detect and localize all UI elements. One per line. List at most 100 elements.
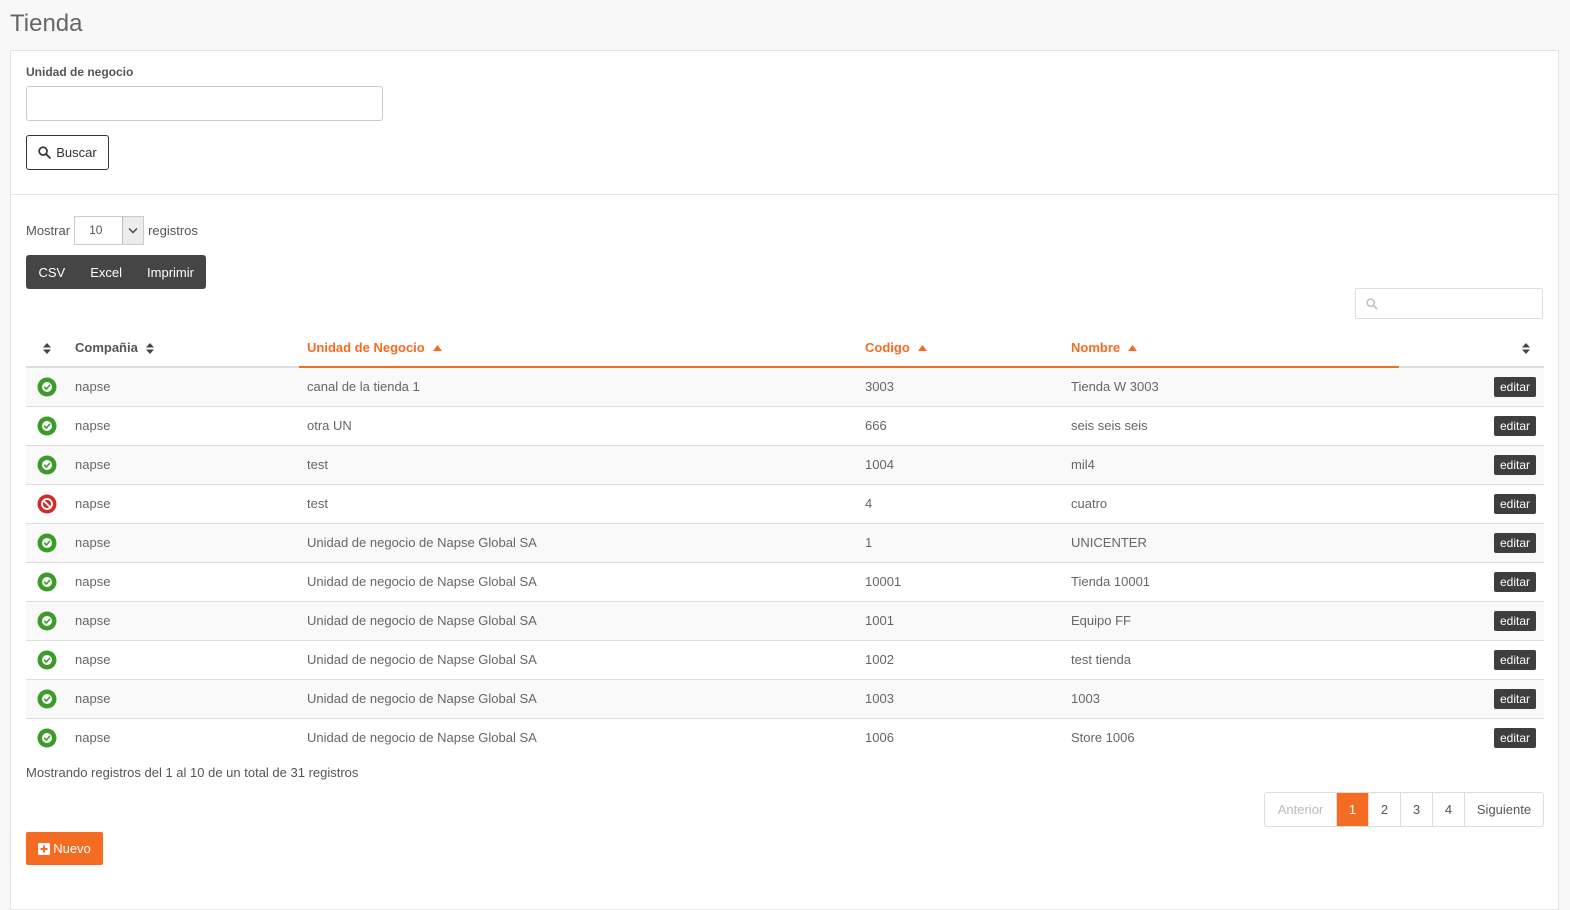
status-cell (26, 444, 67, 484)
edit-button[interactable]: editar (1493, 610, 1536, 631)
edit-button[interactable]: editar (1493, 415, 1536, 436)
status-cell (26, 717, 67, 757)
page-length-control: Mostrar 10 registros (26, 215, 198, 245)
active-status-icon (37, 650, 56, 669)
main-panel: Unidad de negocio Buscar Mostrar 10 regi… (10, 50, 1559, 910)
edit-button[interactable]: editar (1493, 571, 1536, 592)
name-cell: seis seis seis (1063, 405, 1399, 445)
sort-both-icon (1522, 342, 1530, 354)
business-unit-column-header[interactable]: Unidad de Negocio (299, 328, 857, 368)
table-body: napse canal de la tienda 1 3003 Tienda W 30… (26, 366, 1544, 757)
table-info: Mostrando registros del 1 al 10 de un to… (26, 765, 359, 780)
status-cell (26, 639, 67, 679)
edit-button[interactable]: editar (1493, 649, 1536, 670)
code-column-header[interactable]: Codigo (857, 328, 1063, 368)
business-unit-cell: test (299, 444, 857, 484)
actions-cell: editar (1399, 405, 1544, 445)
sort-asc-icon (432, 345, 442, 352)
pagination-page-4[interactable]: 4 (1432, 793, 1464, 826)
table-row: napse Unidad de negocio de Napse Global S… (26, 639, 1544, 679)
search-icon (38, 146, 52, 159)
table-row: napse canal de la tienda 1 3003 Tienda W 30… (26, 366, 1544, 406)
active-status-icon (37, 572, 56, 591)
print-button[interactable]: Imprimir (135, 255, 207, 289)
status-cell (26, 600, 67, 640)
edit-button[interactable]: editar (1493, 532, 1536, 553)
edit-button[interactable]: editar (1493, 727, 1536, 748)
length-suffix: registros (148, 222, 198, 238)
actions-cell: editar (1399, 717, 1544, 757)
name-cell: Equipo FF (1063, 600, 1399, 640)
plus-square-icon (38, 842, 51, 855)
active-status-icon (37, 611, 56, 630)
company-cell: napse (67, 600, 299, 640)
csv-button[interactable]: CSV (26, 255, 78, 289)
inactive-status-icon (37, 494, 56, 513)
active-status-icon (37, 455, 56, 474)
table-row: napse Unidad de negocio de Napse Global S… (26, 717, 1544, 757)
status-column-header[interactable] (26, 328, 67, 368)
active-status-icon (37, 689, 56, 708)
business-unit-cell: Unidad de negocio de Napse Global SA (299, 717, 857, 757)
actions-cell: editar (1399, 444, 1544, 484)
company-cell: napse (67, 366, 299, 406)
active-status-icon (37, 416, 56, 435)
company-cell: napse (67, 561, 299, 601)
business-unit-cell: canal de la tienda 1 (299, 366, 857, 406)
search-button-label: Buscar (56, 145, 97, 160)
search-icon (1366, 298, 1378, 310)
pagination-page-3[interactable]: 3 (1400, 793, 1432, 826)
company-column-header[interactable]: Compañia (67, 328, 299, 368)
pagination-next[interactable]: Siguiente (1464, 793, 1543, 826)
page-title: Tienda (10, 10, 83, 37)
name-column-header[interactable]: Nombre (1063, 328, 1399, 368)
table-row: napse otra UN 666 seis seis seis editar (26, 405, 1544, 445)
code-cell: 4 (857, 483, 1063, 523)
status-cell (26, 405, 67, 445)
table-row: napse Unidad de negocio de Napse Global S… (26, 522, 1544, 562)
actions-cell: editar (1399, 522, 1544, 562)
table-search-input[interactable] (1355, 288, 1543, 319)
edit-button[interactable]: editar (1493, 376, 1536, 397)
pagination-page-1[interactable]: 1 (1336, 793, 1368, 826)
actions-cell: editar (1399, 600, 1544, 640)
company-cell: napse (67, 405, 299, 445)
business-unit-input[interactable] (26, 86, 383, 121)
table-row: napse test 4 cuatro editar (26, 483, 1544, 523)
actions-cell: editar (1399, 678, 1544, 718)
edit-button[interactable]: editar (1493, 688, 1536, 709)
export-button-group: CSV Excel Imprimir (26, 255, 207, 289)
edit-button[interactable]: editar (1493, 454, 1536, 475)
pagination-page-2[interactable]: 2 (1368, 793, 1400, 826)
active-status-icon (37, 533, 56, 552)
new-button[interactable]: Nuevo (26, 832, 103, 865)
company-cell: napse (67, 444, 299, 484)
status-cell (26, 522, 67, 562)
table-row: napse Unidad de negocio de Napse Global S… (26, 600, 1544, 640)
code-cell: 10001 (857, 561, 1063, 601)
divider (11, 194, 1558, 195)
actions-cell: editar (1399, 639, 1544, 679)
table-row: napse test 1004 mil4 editar (26, 444, 1544, 484)
chevron-down-icon (122, 216, 144, 244)
table-header-row: Compañia Unidad de Negocio Codigo Nombre (26, 328, 1544, 368)
code-cell: 1001 (857, 600, 1063, 640)
actions-column-header[interactable] (1399, 328, 1544, 368)
active-status-icon (37, 728, 56, 748)
length-prefix: Mostrar (26, 222, 71, 238)
status-cell (26, 561, 67, 601)
pagination-previous[interactable]: Anterior (1265, 793, 1336, 826)
code-cell: 666 (857, 405, 1063, 445)
name-cell: Tienda W 3003 (1063, 366, 1399, 406)
status-cell (26, 678, 67, 718)
edit-button[interactable]: editar (1493, 493, 1536, 514)
status-cell (26, 483, 67, 523)
status-cell (26, 366, 67, 406)
name-cell: 1003 (1063, 678, 1399, 718)
page-length-select[interactable]: 10 (74, 215, 145, 245)
company-cell: napse (67, 717, 299, 757)
search-button[interactable]: Buscar (26, 135, 109, 170)
actions-cell: editar (1399, 561, 1544, 601)
name-cell: test tienda (1063, 639, 1399, 679)
excel-button[interactable]: Excel (78, 255, 135, 289)
